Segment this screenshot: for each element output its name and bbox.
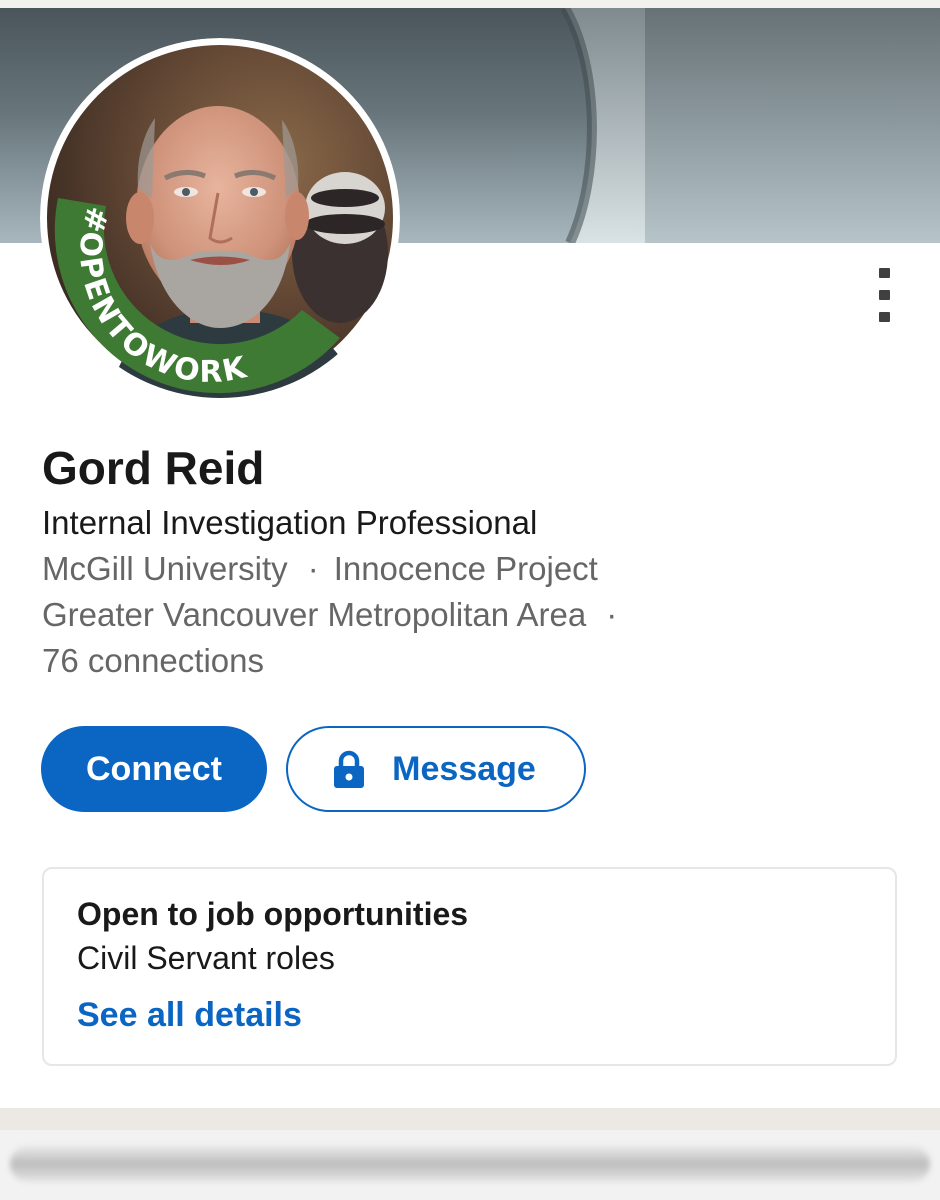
- open-to-work-card: Open to job opportunities Civil Servant …: [42, 867, 897, 1066]
- organization-text[interactable]: Innocence Project: [334, 550, 598, 587]
- section-divider: [0, 1108, 940, 1130]
- profile-photo[interactable]: #OPENTOWORK: [40, 38, 400, 398]
- avatar-graphic: #OPENTOWORK: [40, 38, 400, 398]
- connections-count[interactable]: 76 connections: [42, 640, 922, 682]
- see-all-details-link[interactable]: See all details: [77, 994, 302, 1036]
- profile-screen: #OPENTOWORK Gord Reid Internal Investiga…: [0, 0, 940, 1200]
- more-options-button[interactable]: [860, 262, 910, 332]
- connect-button-label: Connect: [86, 749, 222, 788]
- profile-headline: Internal Investigation Professional: [42, 504, 538, 541]
- open-to-work-title: Open to job opportunities: [77, 896, 469, 932]
- profile-name: Gord Reid: [42, 442, 265, 494]
- education-org-line: McGill University · Innocence Project: [42, 548, 922, 590]
- separator-dot: ·: [307, 550, 319, 587]
- message-button-label: Message: [392, 749, 536, 788]
- location-line: Greater Vancouver Metropolitan Area ·: [42, 594, 922, 636]
- message-button[interactable]: Message: [286, 726, 586, 812]
- location-text: Greater Vancouver Metropolitan Area: [42, 596, 587, 633]
- lock-icon: [334, 750, 365, 788]
- connect-button[interactable]: Connect: [41, 726, 267, 812]
- separator-dot: ·: [606, 596, 618, 633]
- open-to-work-roles: Civil Servant roles: [77, 940, 335, 976]
- top-edge: [0, 0, 940, 8]
- blurred-content: [10, 1146, 930, 1182]
- education-text[interactable]: McGill University: [42, 550, 288, 587]
